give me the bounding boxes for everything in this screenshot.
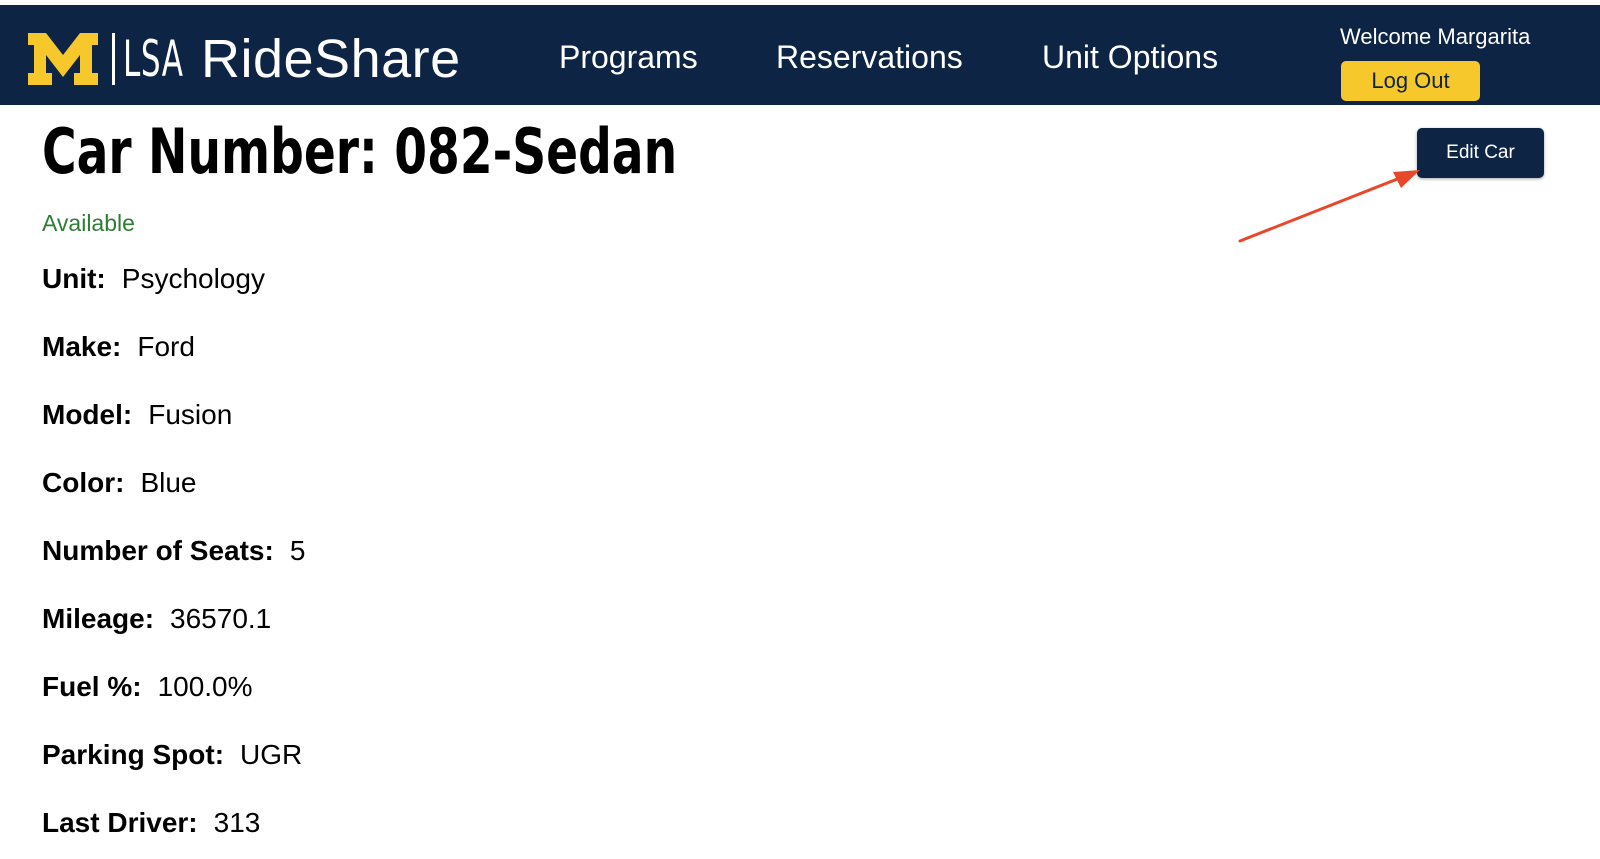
detail-seats: Number of Seats: 5 bbox=[42, 537, 305, 565]
detail-label: Mileage: bbox=[42, 603, 155, 634]
nav-programs[interactable]: Programs bbox=[559, 41, 698, 73]
site-header: LSA RideShare Programs Reservations Unit… bbox=[0, 5, 1600, 105]
logout-button[interactable]: Log Out bbox=[1341, 61, 1480, 101]
detail-unit: Unit: Psychology bbox=[42, 265, 265, 293]
detail-label: Parking Spot: bbox=[42, 739, 225, 770]
welcome-message: Welcome Margarita bbox=[1340, 24, 1531, 49]
app-name: RideShare bbox=[201, 29, 461, 89]
detail-value: Psychology bbox=[121, 263, 265, 294]
brand-logo[interactable]: LSA RideShare bbox=[26, 30, 461, 88]
status-badge: Available bbox=[42, 210, 135, 236]
detail-value: UGR bbox=[240, 739, 303, 770]
detail-value: 5 bbox=[289, 535, 306, 566]
detail-color: Color: Blue bbox=[42, 469, 196, 497]
detail-fuel: Fuel %: 100.0% bbox=[42, 673, 253, 701]
detail-parking-spot: Parking Spot: UGR bbox=[42, 741, 302, 769]
detail-label: Model: bbox=[42, 399, 133, 430]
detail-label: Fuel %: bbox=[42, 671, 142, 702]
edit-car-button[interactable]: Edit Car bbox=[1417, 128, 1544, 178]
detail-make: Make: Ford bbox=[42, 333, 195, 361]
detail-value: 313 bbox=[213, 807, 261, 838]
detail-label: Color: bbox=[42, 467, 125, 498]
detail-last-driver: Last Driver: 313 bbox=[42, 809, 260, 837]
detail-label: Make: bbox=[42, 331, 122, 362]
detail-value: 36570.1 bbox=[170, 603, 272, 634]
arrow-annotation bbox=[1238, 170, 1420, 243]
detail-value: Blue bbox=[140, 467, 197, 498]
detail-label: Last Driver: bbox=[42, 807, 198, 838]
detail-model: Model: Fusion bbox=[42, 401, 232, 429]
block-m-logo bbox=[28, 33, 98, 85]
page-title: Car Number: 082-Sedan bbox=[42, 115, 678, 188]
lsa-wordmark: LSA bbox=[123, 30, 184, 88]
detail-mileage: Mileage: 36570.1 bbox=[42, 605, 271, 633]
brand-divider bbox=[112, 33, 115, 85]
detail-value: 100.0% bbox=[157, 671, 253, 702]
detail-value: Fusion bbox=[148, 399, 233, 430]
nav-unit-options[interactable]: Unit Options bbox=[1042, 41, 1218, 73]
nav-reservations[interactable]: Reservations bbox=[776, 41, 963, 73]
detail-label: Number of Seats: bbox=[42, 535, 274, 566]
detail-value: Ford bbox=[137, 331, 195, 362]
detail-label: Unit: bbox=[42, 263, 106, 294]
